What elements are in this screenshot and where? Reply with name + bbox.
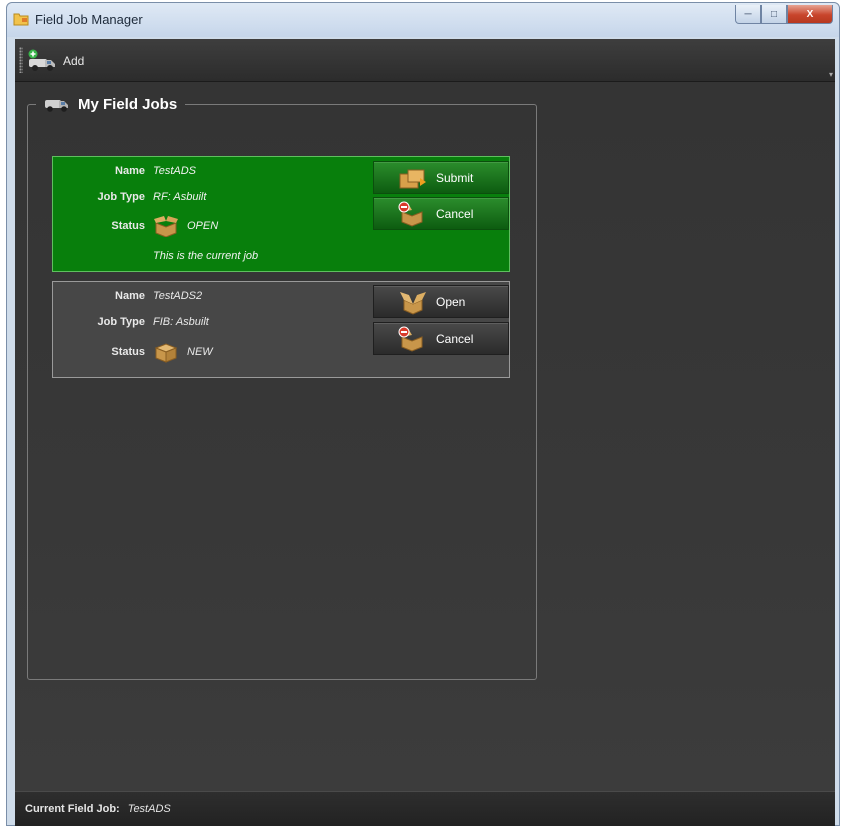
app-window: Field Job Manager ─ □ X Add ▾ My Field J… — [6, 2, 840, 826]
open-box-icon — [154, 216, 178, 237]
job-name-value: TestADS — [153, 165, 197, 177]
app-folder-icon — [13, 13, 29, 26]
truck-icon — [45, 100, 68, 112]
job-status-value: NEW — [187, 346, 213, 358]
toolbar-overflow-icon[interactable]: ▾ — [829, 70, 833, 79]
job-status-value: OPEN — [187, 220, 219, 232]
job-name-value: TestADS2 — [153, 290, 203, 302]
current-job-label: Current Field Job: — [25, 803, 120, 815]
minimize-button[interactable]: ─ — [735, 5, 761, 24]
job-card-current: Name TestADS Job Type RF: Asbuilt Status — [52, 156, 510, 272]
cancel-button-label: Cancel — [436, 331, 474, 346]
cancel-button[interactable]: Cancel — [373, 322, 509, 355]
job-status-label: Status — [111, 346, 145, 358]
group-title: My Field Jobs — [78, 95, 178, 113]
main-area: My Field Jobs Name TestADS Job Type RF: … — [15, 82, 835, 792]
client-area: Add ▾ My Field Jobs Name TestADS Job Typ… — [15, 39, 835, 826]
cancel-package-icon — [398, 201, 423, 227]
open-button[interactable]: Open — [373, 285, 509, 318]
job-type-label: Job Type — [97, 191, 145, 203]
closed-box-icon — [154, 343, 178, 363]
group-header: My Field Jobs — [36, 93, 186, 115]
add-button-label: Add — [63, 54, 85, 68]
open-button-label: Open — [436, 294, 466, 309]
maximize-button[interactable]: □ — [761, 5, 787, 24]
job-status-row: Status OPEN — [53, 215, 218, 237]
submit-button[interactable]: Submit — [373, 161, 509, 194]
job-status-row: Status NEW — [53, 341, 213, 363]
job-type-row: Job Type RF: Asbuilt — [53, 191, 207, 203]
toolbar-grip[interactable] — [19, 47, 23, 73]
job-name-row: Name TestADS — [53, 165, 196, 177]
current-job-value: TestADS — [127, 803, 171, 815]
cancel-current-button[interactable]: Cancel — [373, 197, 509, 230]
window-controls: ─ □ X — [735, 5, 833, 25]
field-jobs-group: My Field Jobs Name TestADS Job Type RF: … — [27, 93, 537, 680]
current-job-note: This is the current job — [153, 250, 259, 262]
submit-package-icon — [399, 169, 426, 188]
job-name-label: Name — [115, 290, 145, 302]
close-button[interactable]: X — [787, 5, 833, 24]
cancel-current-button-label: Cancel — [436, 206, 474, 221]
job-type-row: Job Type FIB: Asbuilt — [53, 316, 209, 328]
job-status-label: Status — [111, 220, 145, 232]
status-bar: Current Field Job: TestADS — [15, 791, 835, 826]
title-bar[interactable]: Field Job Manager ─ □ X — [7, 3, 839, 37]
window-title: Field Job Manager — [35, 12, 143, 27]
add-job-button[interactable]: Add — [27, 47, 84, 75]
job-type-value: FIB: Asbuilt — [153, 316, 209, 328]
job-type-label: Job Type — [97, 316, 145, 328]
truck-add-icon — [28, 49, 55, 71]
toolbar: Add ▾ — [15, 39, 835, 82]
job-name-row: Name TestADS2 — [53, 290, 202, 302]
job-type-value: RF: Asbuilt — [153, 191, 207, 203]
job-name-label: Name — [115, 165, 145, 177]
submit-button-label: Submit — [436, 170, 474, 185]
open-package-icon — [400, 291, 426, 315]
cancel-package-icon — [398, 326, 423, 352]
job-card: Name TestADS2 Job Type FIB: Asbuilt Stat… — [52, 281, 510, 378]
